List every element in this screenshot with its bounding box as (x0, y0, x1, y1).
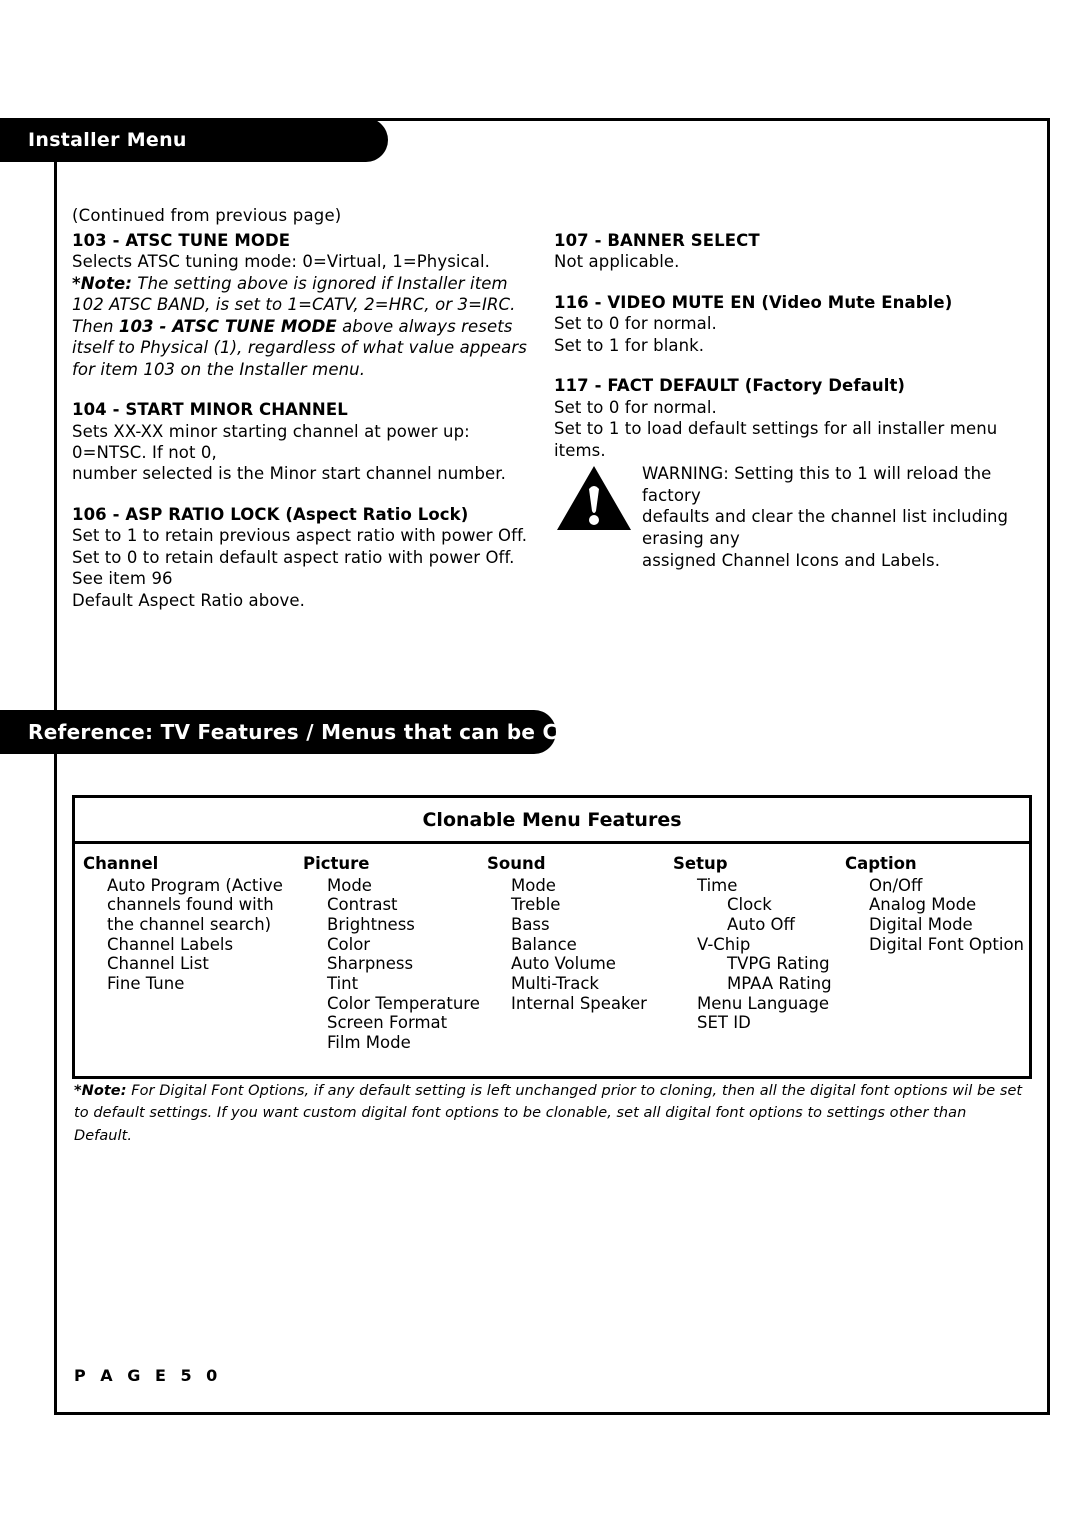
clonable-feature-item: Balance (511, 934, 577, 954)
installer-menu-entry-title: 107 - BANNER SELECT (554, 231, 760, 250)
installer-menu-entry: 106 - ASP RATIO LOCK (Aspect Ratio Lock)… (72, 504, 542, 611)
installer-menu-entry-line: Set to 0 to retain default aspect ratio … (72, 547, 515, 589)
clonable-feature-item: Color (327, 934, 371, 954)
installer-menu-entry: 117 - FACT DEFAULT (Factory Default) Set … (554, 375, 1024, 572)
installer-menu-entry-line: Set to 0 for normal. (554, 314, 717, 334)
factory-default-warning-line: WARNING: Setting this to 1 will reload t… (642, 463, 992, 505)
installer-menu-entry-line: Not applicable. (554, 252, 680, 272)
clonable-feature-item: TVPG Rating (727, 954, 830, 974)
installer-menu-entry-title: 103 - ATSC TUNE MODE (72, 231, 291, 250)
digital-font-options-footnote: *Note: For Digital Font Options, if any … (74, 1083, 1023, 1144)
clonable-feature-item: Mode (327, 875, 372, 895)
factory-default-warning-line: defaults and clear the channel list incl… (642, 507, 1009, 549)
clonable-feature-item: Multi-Track (511, 973, 599, 993)
section-header-reference-cloned-label: Reference: TV Features / Menus that can … (28, 720, 622, 744)
installer-menu-entry-line: Set to 1 to load default settings for al… (554, 419, 998, 460)
section-header-reference-cloned: Reference: TV Features / Menus that can … (0, 710, 621, 754)
section-header-installer-menu: Installer Menu (0, 118, 388, 162)
installer-left-column: 103 - ATSC TUNE MODE Selects ATSC tuning … (72, 230, 542, 611)
installer-menu-entry-title: 106 - ASP RATIO LOCK (Aspect Ratio Lock) (72, 504, 469, 524)
clonable-column-caption: Caption On/Off Analog Mode Digital Mode Digi… (845, 854, 1024, 954)
clonable-feature-item: Screen Format (327, 1013, 448, 1033)
clonable-feature-item: Digital Font Option (869, 934, 1024, 954)
section-header-installer-menu-label: Installer Menu (28, 129, 187, 151)
clonable-feature-item: Brightness (327, 915, 415, 935)
clonable-column-header: Channel (83, 854, 159, 873)
clonable-feature-item: Auto Off (727, 915, 795, 935)
clonable-column-picture: Picture Mode Contrast Brightness Color Sharpn… (303, 854, 480, 1052)
clonable-feature-item: Channel Labels (107, 934, 234, 954)
clonable-feature-item: V-Chip (697, 934, 751, 954)
continued-from-previous-page-note: (Continued from previous page) (72, 206, 342, 225)
clonable-feature-item: Auto Volume (511, 954, 616, 974)
clonable-feature-item: Bass (511, 915, 550, 935)
clonable-feature-item: Clock (727, 895, 772, 915)
installer-menu-entry-note: *Note: The setting above is ignored if I… (72, 273, 527, 379)
installer-menu-entry-line: number selected is the Minor start chann… (72, 464, 507, 484)
clonable-feature-item: Channel List (107, 954, 209, 974)
clonable-feature-item: channels found with (107, 895, 274, 915)
clonable-feature-item: Color Temperature (327, 993, 480, 1013)
clonable-column-header: Caption (845, 854, 917, 873)
installer-menu-entry-line: Default Aspect Ratio above. (72, 590, 305, 610)
installer-menu-entry-title: 104 - START MINOR CHANNEL (72, 400, 348, 420)
clonable-feature-item: SET ID (697, 1013, 751, 1033)
installer-menu-entry-title: 117 - FACT DEFAULT (Factory Default) (554, 376, 906, 396)
clonable-menu-features-title: Clonable Menu Features (75, 798, 1029, 844)
clonable-feature-item: Treble (511, 895, 561, 915)
installer-menu-entry: 103 - ATSC TUNE MODE Selects ATSC tuning … (72, 230, 542, 380)
clonable-feature-item: the channel search) (107, 915, 272, 935)
clonable-feature-item: Film Mode (327, 1032, 411, 1052)
clonable-feature-item: Auto Program (Active (107, 875, 283, 895)
clonable-menu-features-table: Clonable Menu Features Channel Auto Progr… (72, 795, 1032, 1079)
clonable-feature-item: Internal Speaker (511, 993, 647, 1013)
page-number-label: P A G E 5 0 (74, 1366, 222, 1385)
factory-default-warning-line: assigned Channel Icons and Labels. (642, 551, 941, 570)
clonable-column-header: Setup (673, 854, 728, 873)
installer-right-column: 107 - BANNER SELECT Not applicable. 116 - … (554, 230, 1024, 572)
clonable-feature-item: Fine Tune (107, 973, 185, 993)
installer-menu-entry-line: Set to 1 for blank. (554, 335, 705, 355)
clonable-feature-item: On/Off (869, 875, 923, 895)
warning-triangle-icon (557, 465, 631, 530)
installer-menu-entry-line: Sets XX-XX minor starting channel at pow… (72, 421, 470, 462)
clonable-feature-item: Digital Mode (869, 915, 973, 935)
clonable-column-channel: Channel Auto Program (Active channels foun… (83, 854, 283, 994)
clonable-feature-item: Sharpness (327, 954, 414, 974)
installer-menu-entry-line: Set to 1 to retain previous aspect ratio… (72, 526, 528, 546)
clonable-feature-item: Mode (511, 875, 556, 895)
clonable-feature-item: Analog Mode (869, 895, 977, 915)
installer-menu-entry: 116 - VIDEO MUTE EN (Video Mute Enable) S… (554, 292, 1024, 356)
installer-menu-entry: 104 - START MINOR CHANNEL Sets XX-XX mino… (72, 399, 542, 485)
clonable-column-header: Picture (303, 854, 370, 873)
clonable-feature-item: MPAA Rating (727, 973, 832, 993)
clonable-column-sound: Sound Mode Treble Bass Balance Auto Volume Mul… (487, 854, 647, 1013)
clonable-feature-item: Tint (327, 973, 359, 993)
clonable-menu-features-columns: Channel Auto Program (Active channels foun… (75, 844, 1029, 1076)
installer-menu-entry: 107 - BANNER SELECT Not applicable. (554, 230, 1024, 273)
clonable-feature-item: Contrast (327, 895, 398, 915)
clonable-feature-item: Menu Language (697, 993, 829, 1013)
installer-menu-entry-line: Set to 0 for normal. (554, 397, 717, 417)
clonable-column-setup: Setup Time Clock Auto Off V-Chip TVPG Rating M… (673, 854, 832, 1033)
factory-default-warning-block: WARNING: Setting this to 1 will reload t… (554, 463, 1024, 572)
clonable-feature-item: Time (697, 875, 738, 895)
clonable-column-header: Sound (487, 854, 546, 873)
installer-menu-entry-line: Selects ATSC tuning mode: 0=Virtual, 1=P… (72, 252, 491, 272)
installer-menu-entry-title: 116 - VIDEO MUTE EN (Video Mute Enable) (554, 292, 953, 312)
